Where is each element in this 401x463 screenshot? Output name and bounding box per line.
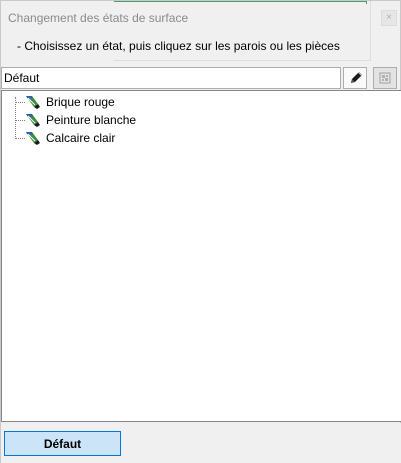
title-bar: Changement des états de surface × — [1, 1, 400, 33]
texture-brush-icon — [26, 132, 40, 145]
tree-item-peinture-blanche[interactable]: Peinture blanche — [2, 111, 302, 129]
tree-item-label: Calcaire clair — [46, 131, 116, 145]
default-button[interactable]: Défaut — [4, 431, 121, 456]
tree-item-calcaire-clair[interactable]: Calcaire clair — [2, 129, 302, 147]
state-selector-value: Défaut — [4, 71, 40, 85]
instruction-text: - Choisissez un état, puis cliquez sur l… — [17, 39, 340, 53]
tree-item-brique-rouge[interactable]: Brique rouge — [2, 93, 302, 111]
state-selector[interactable]: Défaut — [1, 67, 341, 89]
tree-item-label: Brique rouge — [46, 95, 115, 109]
tree-item-label: Peinture blanche — [46, 113, 137, 127]
texture-brush-icon — [26, 96, 40, 109]
texture-brush-icon — [26, 114, 40, 127]
window-title: Changement des états de surface — [8, 11, 189, 25]
surface-state-dialog: Changement des états de surface × - Choi… — [0, 0, 401, 463]
selection-edge-top — [114, 1, 366, 2]
surface-tree: Brique rouge Peinture blanche Calcaire c… — [1, 90, 401, 422]
close-icon: × — [386, 12, 392, 23]
instruction-band: - Choisissez un état, puis cliquez sur l… — [1, 33, 371, 61]
grid-icon — [379, 72, 391, 84]
footer: Défaut — [1, 423, 401, 463]
edit-state-button[interactable] — [343, 67, 367, 89]
pencil-icon — [351, 72, 362, 83]
selection-edge-corner — [366, 1, 367, 4]
grid-view-button[interactable] — [373, 67, 397, 89]
close-button[interactable]: × — [381, 10, 397, 26]
combo-row: Défaut — [1, 67, 401, 89]
